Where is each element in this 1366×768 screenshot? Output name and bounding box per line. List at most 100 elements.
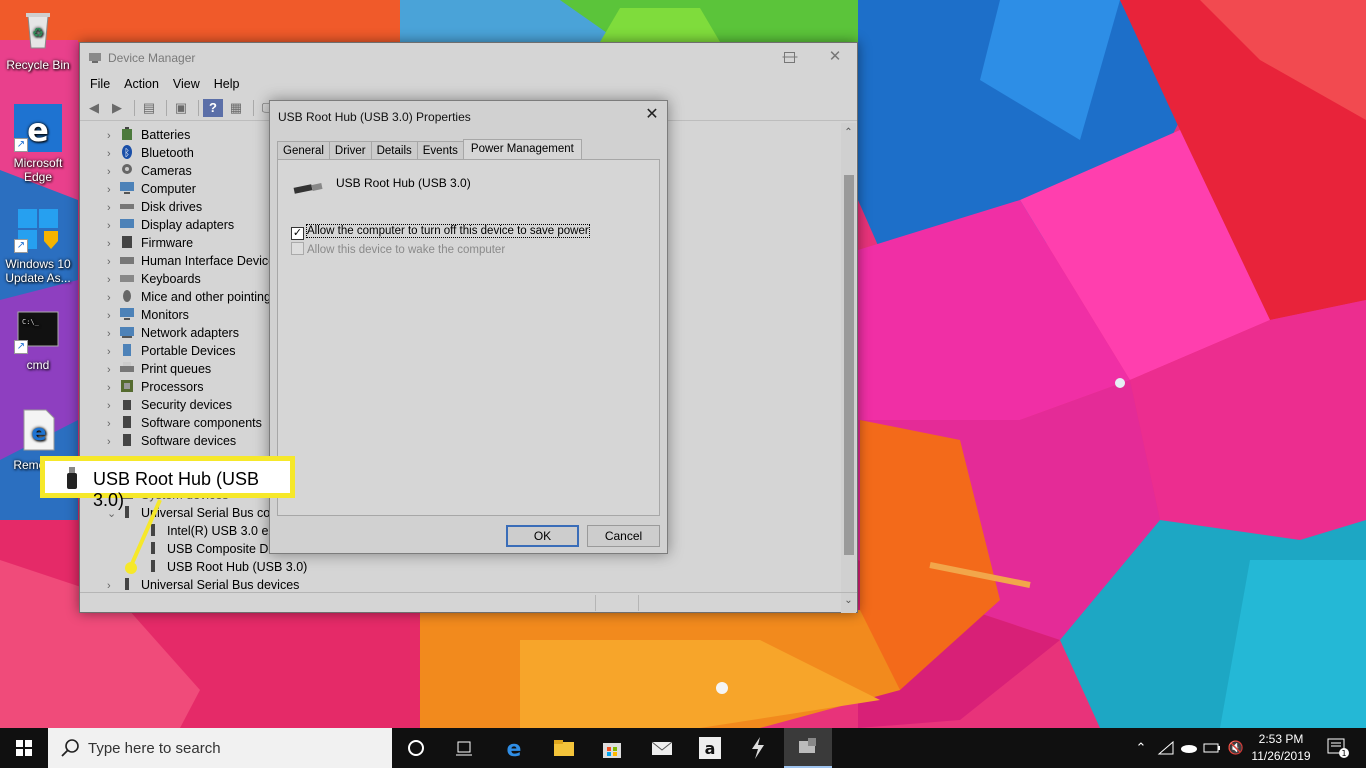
taskbar-store-button[interactable] (588, 728, 636, 768)
vertical-scrollbar[interactable]: ⌃ ⌄ (841, 123, 856, 613)
allow-wake-option: Allow this device to wake the computer (291, 242, 505, 258)
help-icon[interactable]: ? (203, 98, 223, 117)
expand-arrow-icon[interactable]: › (107, 253, 119, 271)
expand-arrow-icon[interactable]: › (107, 145, 119, 163)
network-wifi-icon[interactable] (1156, 728, 1176, 768)
amazon-icon: a (699, 737, 721, 759)
taskbar-app-bolt-button[interactable] (734, 728, 782, 768)
menu-help[interactable]: Help (214, 77, 240, 91)
expand-arrow-icon[interactable]: › (107, 397, 119, 415)
desktop-icon-microsoft-edge[interactable]: e ↗ Microsoft Edge (2, 104, 74, 184)
dialog-titlebar[interactable]: USB Root Hub (USB 3.0) Properties ✕ (270, 101, 667, 131)
onedrive-cloud-icon[interactable] (1178, 728, 1200, 768)
tree-item-mice[interactable]: › Mice and other pointing (107, 288, 271, 306)
tree-item-usb-devices[interactable]: › Universal Serial Bus devices (107, 576, 299, 593)
expand-arrow-icon[interactable]: › (107, 235, 119, 253)
expand-arrow-icon[interactable]: › (107, 127, 119, 145)
expand-arrow-icon[interactable]: › (107, 325, 119, 343)
tree-item-batteries[interactable]: › Batteries (107, 126, 190, 144)
lightning-icon (752, 737, 764, 759)
task-view-button[interactable] (440, 728, 488, 768)
expand-arrow-icon[interactable]: › (107, 199, 119, 217)
properties-icon[interactable]: ▣ (171, 99, 191, 117)
scroll-up-arrow-icon[interactable]: ⌃ (841, 127, 856, 138)
taskbar-device-manager-button[interactable] (784, 728, 832, 768)
expand-arrow-icon[interactable]: › (107, 307, 119, 325)
forward-arrow-icon[interactable]: ▶ (107, 99, 127, 117)
allow-turn-off-option[interactable]: ✓ Allow the computer to turn off this dev… (291, 223, 590, 240)
expand-arrow-icon[interactable]: › (107, 181, 119, 199)
expand-arrow-icon[interactable]: › (107, 163, 119, 181)
close-button[interactable]: ✕ (815, 47, 855, 69)
tree-item-monitors[interactable]: › Monitors (107, 306, 189, 324)
action-center-button[interactable]: 1 (1318, 728, 1358, 768)
show-hidden-icons-button[interactable]: ⌃ (1132, 728, 1150, 768)
cancel-button[interactable]: Cancel (587, 525, 660, 547)
tree-item-label: Mice and other pointing (141, 290, 271, 304)
show-hide-tree-icon[interactable]: ▤ (139, 99, 159, 117)
tree-item-keyboards[interactable]: › Keyboards (107, 270, 201, 288)
tree-item-human-interface-devices[interactable]: › Human Interface Device (107, 252, 275, 270)
tree-item-software-components[interactable]: › Software components (107, 414, 262, 432)
action-pane-icon[interactable]: ▦ (226, 99, 246, 117)
taskbar-file-explorer-button[interactable] (540, 728, 588, 768)
usb-plug-icon (292, 180, 324, 196)
tree-item-intel-usb-3-controller[interactable]: Intel(R) USB 3.0 eXte (145, 522, 287, 540)
expand-arrow-icon[interactable]: › (107, 271, 119, 289)
expand-arrow-icon[interactable]: › (107, 433, 119, 451)
computer-icon (119, 181, 135, 195)
tree-item-bluetooth[interactable]: › ᛒ Bluetooth (107, 144, 194, 162)
expand-arrow-icon[interactable]: › (107, 343, 119, 361)
taskbar-amazon-button[interactable]: a (686, 728, 734, 768)
tab-general[interactable]: General (277, 141, 330, 161)
expand-arrow-icon[interactable]: › (107, 379, 119, 397)
back-arrow-icon[interactable]: ◀ (84, 99, 104, 117)
allow-turn-off-checkbox[interactable]: ✓ (291, 227, 304, 240)
menu-action[interactable]: Action (124, 77, 159, 91)
toolbar-separator (166, 99, 167, 116)
taskbar-edge-button[interactable]: e (490, 728, 538, 768)
taskbar-clock[interactable]: 2:53 PM 11/26/2019 (1248, 731, 1314, 765)
menu-file[interactable]: File (90, 77, 110, 91)
expand-arrow-icon[interactable]: › (107, 577, 119, 593)
tree-item-display-adapters[interactable]: › Display adapters (107, 216, 234, 234)
tree-item-processors[interactable]: › Processors (107, 378, 204, 396)
tree-item-portable-devices[interactable]: › Portable Devices (107, 342, 236, 360)
taskbar-search-box[interactable]: Type here to search (48, 728, 392, 768)
tree-item-firmware[interactable]: › Firmware (107, 234, 193, 252)
tree-item-print-queues[interactable]: › Print queues (107, 360, 211, 378)
status-bar-divider (638, 595, 639, 611)
tree-item-security-devices[interactable]: › Security devices (107, 396, 232, 414)
volume-muted-icon[interactable]: 🔇 (1226, 728, 1246, 768)
tree-item-software-devices[interactable]: › Software devices (107, 432, 236, 450)
tab-details[interactable]: Details (370, 141, 418, 161)
desktop-icon-windows-update[interactable]: ↗ Windows 10 Update As... (2, 205, 74, 285)
tree-item-cameras[interactable]: › Cameras (107, 162, 192, 180)
tab-power-management[interactable]: Power Management (462, 139, 582, 161)
tree-item-label: Bluetooth (141, 146, 194, 160)
device-manager-titlebar[interactable]: Device Manager — (80, 43, 857, 73)
tab-events[interactable]: Events (416, 141, 464, 161)
start-button[interactable] (0, 728, 48, 768)
cortana-button[interactable] (392, 728, 440, 768)
expand-arrow-icon[interactable]: › (107, 361, 119, 379)
tab-driver[interactable]: Driver (328, 141, 372, 161)
expand-arrow-icon[interactable]: › (107, 289, 119, 307)
expand-arrow-icon[interactable]: › (107, 217, 119, 235)
desktop-icon-recycle-bin[interactable]: ♻ Recycle Bin (2, 6, 74, 72)
toolbar-separator (134, 99, 135, 116)
scrollbar-thumb[interactable] (844, 175, 854, 555)
menu-view[interactable]: View (173, 77, 200, 91)
expand-arrow-icon[interactable]: › (107, 415, 119, 433)
taskbar-mail-button[interactable] (638, 728, 686, 768)
desktop-icon-cmd[interactable]: C:\_ ↗ cmd (2, 306, 74, 372)
battery-status-icon[interactable] (1202, 728, 1222, 768)
tree-item-usb-root-hub[interactable]: USB Root Hub (USB 3.0) (145, 558, 307, 576)
tree-item-usb-composite-device[interactable]: USB Composite Devi (145, 540, 284, 558)
ok-button[interactable]: OK (506, 525, 579, 547)
tree-item-computer[interactable]: › Computer (107, 180, 196, 198)
tree-item-network-adapters[interactable]: › Network adapters (107, 324, 239, 342)
tree-item-disk-drives[interactable]: › Disk drives (107, 198, 202, 216)
dialog-close-button[interactable]: ✕ (641, 105, 663, 127)
tree-item-label: Keyboards (141, 272, 201, 286)
